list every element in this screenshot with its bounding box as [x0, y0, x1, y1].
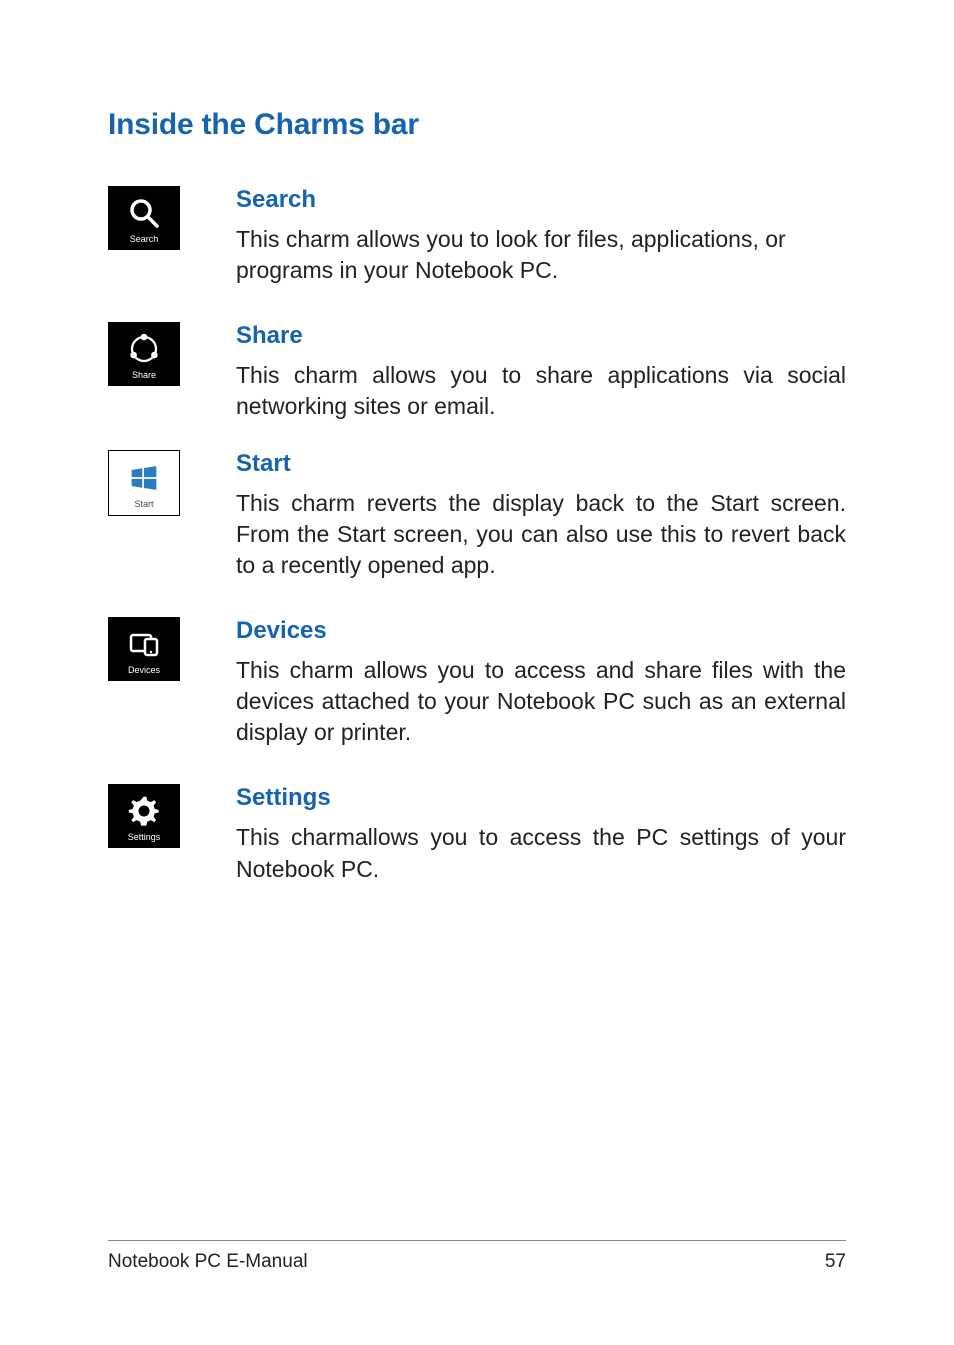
charm-body: This charm reverts the display back to t…	[236, 488, 846, 581]
devices-tile-label: Devices	[128, 665, 160, 675]
charm-body: This charmallows you to access the PC se…	[236, 822, 846, 884]
footer-title: Notebook PC E-Manual	[108, 1251, 308, 1273]
share-icon	[127, 332, 161, 366]
devices-tile: Devices	[108, 617, 180, 681]
charm-row-search: Search Search This charm allows you to l…	[108, 186, 846, 286]
charm-row-share: Share Share This charm allows you to sha…	[108, 322, 846, 422]
charm-text: Search This charm allows you to look for…	[236, 186, 846, 286]
windows-start-icon	[127, 461, 161, 495]
charm-text: Start This charm reverts the display bac…	[236, 450, 846, 581]
charm-row-start: Start Start This charm reverts the displ…	[108, 450, 846, 581]
page-number: 57	[825, 1251, 846, 1273]
charm-body: This charm allows you to access and shar…	[236, 655, 846, 748]
charm-body: This charm allows you to look for files,…	[236, 224, 846, 286]
start-tile: Start	[108, 450, 180, 516]
settings-tile: Settings	[108, 784, 180, 848]
search-tile-label: Search	[130, 234, 159, 244]
charm-row-settings: Settings Settings This charmallows you t…	[108, 784, 846, 884]
charm-title: Devices	[236, 617, 846, 645]
charm-text: Settings This charmallows you to access …	[236, 784, 846, 884]
start-tile-label: Start	[134, 499, 153, 509]
charm-row-devices: Devices Devices This charm allows you to…	[108, 617, 846, 748]
page-footer: Notebook PC E-Manual 57	[108, 1240, 846, 1273]
charm-title: Share	[236, 322, 846, 350]
charm-text: Devices This charm allows you to access …	[236, 617, 846, 748]
search-icon	[127, 196, 161, 230]
charm-title: Search	[236, 186, 846, 214]
charm-body: This charm allows you to share applicati…	[236, 360, 846, 422]
page: Inside the Charms bar Search Search This…	[0, 0, 954, 1345]
share-tile-label: Share	[132, 370, 156, 380]
charm-title: Start	[236, 450, 846, 478]
settings-tile-label: Settings	[128, 832, 161, 842]
devices-icon	[127, 627, 161, 661]
gear-icon	[127, 794, 161, 828]
charm-title: Settings	[236, 784, 846, 812]
search-tile: Search	[108, 186, 180, 250]
section-heading: Inside the Charms bar	[108, 108, 846, 142]
share-tile: Share	[108, 322, 180, 386]
charm-text: Share This charm allows you to share app…	[236, 322, 846, 422]
